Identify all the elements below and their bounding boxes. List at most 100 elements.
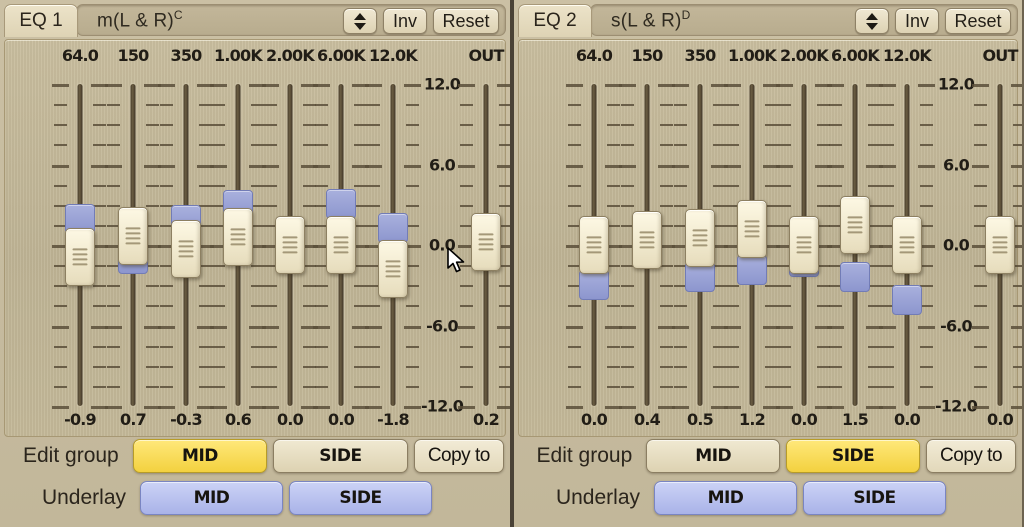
db-scale-label: -6.0 [940,316,973,335]
slider-thumb[interactable] [840,195,870,254]
underlay-mid-button[interactable]: MID [140,481,283,515]
band-slider[interactable] [365,76,421,414]
slider-thumb[interactable] [737,199,767,258]
slider-thumb[interactable] [378,240,408,299]
tick-mark [568,184,581,187]
eq-panel-1: EQ 1 m(L & R)C Inv Reset 64.0 150 350 1.00K 2.00… [0,0,512,527]
tick-mark [262,325,279,329]
tick-mark [829,124,842,127]
slider-thumb[interactable] [632,210,662,269]
slider-thumb[interactable] [171,220,201,279]
tick-mark [920,285,933,288]
band-slider[interactable] [158,76,214,414]
tick-mark [568,365,581,368]
edit-group-mid-button[interactable]: MID [646,439,781,473]
band-slider[interactable] [262,76,318,414]
tick-mark [621,204,634,207]
tick-mark [497,325,510,329]
tick-mark [54,184,67,187]
band-slider[interactable] [776,76,832,414]
tick-mark [406,144,419,147]
tick-mark [107,385,120,388]
tick-mark [1013,365,1022,368]
tick-mark [621,345,634,348]
band-value: 1.5 [842,410,869,429]
tick-mark [367,124,380,127]
slider-thumb[interactable] [118,206,148,265]
band-slider[interactable] [105,76,161,414]
triangle-up-icon [866,12,878,20]
underlay-row: Underlay MID SIDE [520,479,1016,517]
invert-button[interactable]: Inv [383,8,427,34]
thumb-grip-icon [178,238,194,261]
tick-mark [315,184,328,187]
slider-thumb[interactable] [579,216,609,274]
eq-tab-1[interactable]: EQ 1 [4,4,78,37]
channel-title-field[interactable]: s(L & R)D Inv Reset [590,4,1018,36]
edit-group-side-button[interactable]: SIDE [786,439,921,473]
band-slider[interactable] [827,76,883,414]
slider-thumb[interactable] [789,216,819,274]
slider-thumb[interactable] [985,216,1015,274]
tick-mark [920,204,933,207]
copy-to-button[interactable]: Copy to [926,439,1017,473]
eq-board: 64.0 150 350 1.00K 2.00K 6.00K 12.0K OUT 12.0 6.0… [4,39,510,437]
tick-mark [212,265,225,268]
slider-thumb[interactable] [685,209,715,268]
tick-mark [264,184,277,187]
underlay-side-button[interactable]: SIDE [289,481,432,515]
output-slider[interactable] [972,76,1022,414]
tick-mark [406,124,419,127]
tick-mark [778,385,791,388]
channel-title-field[interactable]: m(L & R)C Inv Reset [76,4,506,36]
tick-mark [158,406,175,409]
slider-thumb[interactable] [326,216,356,274]
band-slider[interactable] [52,76,108,414]
tick-mark [497,84,510,87]
tick-mark [674,144,687,147]
preset-spinner-button[interactable] [855,8,889,34]
band-slider[interactable] [619,76,675,414]
preset-spinner-button[interactable] [343,8,377,34]
edit-group-side-button[interactable]: SIDE [273,439,408,473]
underlay-side-button[interactable]: SIDE [803,481,946,515]
db-scale-label: 6.0 [429,155,456,174]
underlay-mid-button[interactable]: MID [654,481,797,515]
band-slider[interactable] [724,76,780,414]
slider-thumb[interactable] [471,213,501,272]
band-slider[interactable] [210,76,266,414]
channel-title-main: s(L & R) [611,10,682,32]
slider-thumb[interactable] [223,207,253,266]
footer-controls: Edit group MID SIDE Copy to Underlay MID SIDE [6,437,504,521]
band-slider[interactable] [313,76,369,414]
tick-mark [881,144,894,147]
invert-button[interactable]: Inv [895,8,939,34]
reset-button[interactable]: Reset [433,8,499,34]
band-slider[interactable] [879,76,935,414]
edit-group-row: Edit group MID SIDE Copy to [6,437,504,475]
slider-thumb[interactable] [275,216,305,274]
slider-thumb[interactable] [65,228,95,287]
slider-thumb[interactable] [892,216,922,274]
band-slider[interactable] [672,76,728,414]
tick-mark [264,204,277,207]
tick-mark [160,184,173,187]
tick-mark [160,385,173,388]
reset-button[interactable]: Reset [945,8,1011,34]
copy-to-button[interactable]: Copy to [413,439,504,473]
frequency-label: 2.00K [266,46,315,65]
tick-mark [827,406,844,409]
tick-mark [54,345,67,348]
band-slider[interactable] [566,76,622,414]
tick-mark [621,144,634,147]
tick-mark [460,305,473,308]
output-label: OUT [468,46,504,65]
tick-mark [778,124,791,127]
output-slider[interactable] [458,76,510,414]
tick-mark [497,406,510,409]
tick-mark [160,285,173,288]
tick-mark [406,305,419,308]
triangle-down-icon [866,22,878,30]
eq-tab-2[interactable]: EQ 2 [518,4,592,37]
edit-group-mid-button[interactable]: MID [132,439,268,473]
